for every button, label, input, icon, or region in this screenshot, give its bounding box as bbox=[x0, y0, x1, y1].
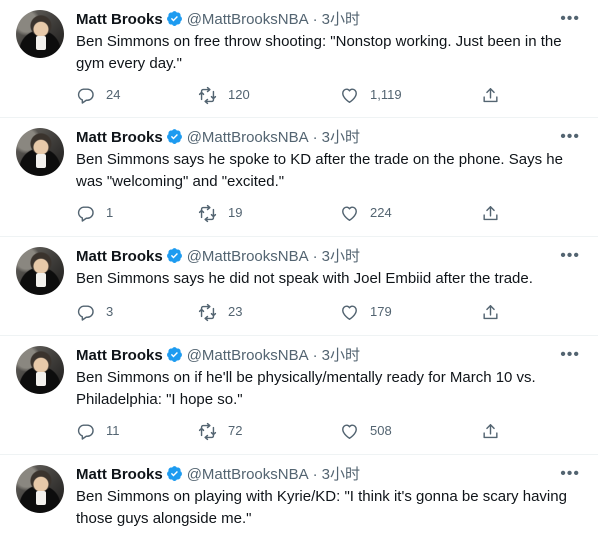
like-button[interactable]: 179 bbox=[340, 302, 392, 322]
retweet-count: 19 bbox=[228, 205, 243, 220]
tweet-feed: Matt Brooks @MattBrooksNBA · 3小时 ••• Ben Si… bbox=[0, 0, 598, 533]
reply-count: 1 bbox=[106, 205, 114, 220]
verified-badge-icon bbox=[166, 347, 182, 362]
tweet-time[interactable]: 3小时 bbox=[322, 248, 360, 265]
retweet-count: 72 bbox=[228, 423, 243, 438]
author-handle[interactable]: @MattBrooksNBA bbox=[187, 129, 309, 146]
retweet-button[interactable]: 72 bbox=[198, 421, 242, 441]
like-count: 508 bbox=[370, 423, 392, 438]
separator: · bbox=[312, 347, 318, 364]
author-handle[interactable]: @MattBrooksNBA bbox=[187, 347, 309, 364]
reply-icon bbox=[77, 304, 94, 321]
tweet-text: Ben Simmons says he spoke to KD after th… bbox=[76, 151, 563, 190]
retweet-button[interactable]: 23 bbox=[198, 302, 242, 322]
avatar[interactable] bbox=[16, 346, 64, 394]
separator: · bbox=[312, 11, 318, 28]
share-icon bbox=[483, 205, 498, 220]
share-icon bbox=[483, 87, 498, 102]
author-name[interactable]: Matt Brooks bbox=[76, 466, 163, 483]
retweet-button[interactable]: 19 bbox=[198, 203, 242, 223]
tweet-time[interactable]: 3小时 bbox=[322, 129, 360, 146]
tweet-text: Ben Simmons on if he'll be physically/me… bbox=[76, 369, 536, 408]
author-name[interactable]: Matt Brooks bbox=[76, 11, 163, 28]
author-name[interactable]: Matt Brooks bbox=[76, 248, 163, 265]
avatar[interactable] bbox=[16, 465, 64, 513]
retweet-icon bbox=[198, 422, 217, 440]
avatar[interactable] bbox=[16, 247, 64, 295]
retweet-count: 23 bbox=[228, 304, 243, 319]
tweet[interactable]: Matt Brooks @MattBrooksNBA · 3小时 ••• Ben Si… bbox=[0, 455, 598, 533]
reply-count: 3 bbox=[106, 304, 114, 319]
heart-icon bbox=[342, 87, 357, 103]
reply-icon bbox=[77, 423, 94, 440]
author-name[interactable]: Matt Brooks bbox=[76, 129, 163, 146]
more-horizontal-icon[interactable]: ••• bbox=[560, 466, 580, 482]
tweet-actions: 3 23 179 bbox=[76, 302, 516, 322]
tweet-header: Matt Brooks @MattBrooksNBA · 3小时 bbox=[76, 10, 360, 30]
share-button[interactable] bbox=[481, 421, 500, 441]
retweet-icon bbox=[198, 86, 217, 104]
like-count: 179 bbox=[370, 304, 392, 319]
verified-badge-icon bbox=[166, 466, 182, 481]
reply-button[interactable]: 1 bbox=[76, 203, 113, 223]
like-count: 1,119 bbox=[370, 87, 402, 102]
more-horizontal-icon[interactable]: ••• bbox=[560, 347, 580, 363]
like-button[interactable]: 224 bbox=[340, 203, 392, 223]
retweet-button[interactable]: 120 bbox=[198, 85, 250, 105]
more-horizontal-icon[interactable]: ••• bbox=[560, 129, 580, 145]
tweet-text: Ben Simmons on free throw shooting: "Non… bbox=[76, 33, 562, 72]
reply-icon bbox=[77, 205, 94, 222]
tweet[interactable]: Matt Brooks @MattBrooksNBA · 3小时 ••• Ben Si… bbox=[0, 336, 598, 455]
heart-icon bbox=[342, 205, 357, 221]
separator: · bbox=[312, 248, 318, 265]
share-button[interactable] bbox=[481, 302, 500, 322]
share-button[interactable] bbox=[481, 85, 500, 105]
reply-button[interactable]: 11 bbox=[76, 421, 120, 441]
separator: · bbox=[312, 129, 318, 146]
share-icon bbox=[483, 423, 498, 438]
reply-button[interactable]: 24 bbox=[76, 85, 120, 105]
like-count: 224 bbox=[370, 205, 392, 220]
reply-count: 11 bbox=[106, 423, 120, 438]
more-horizontal-icon[interactable]: ••• bbox=[560, 11, 580, 27]
reply-button[interactable]: 3 bbox=[76, 302, 113, 322]
share-icon bbox=[483, 304, 498, 319]
tweet[interactable]: Matt Brooks @MattBrooksNBA · 3小时 ••• Ben Si… bbox=[0, 0, 598, 118]
tweet-header: Matt Brooks @MattBrooksNBA · 3小时 bbox=[76, 465, 360, 485]
share-button[interactable] bbox=[481, 203, 500, 223]
author-handle[interactable]: @MattBrooksNBA bbox=[187, 11, 309, 28]
author-handle[interactable]: @MattBrooksNBA bbox=[187, 466, 309, 483]
tweet-header: Matt Brooks @MattBrooksNBA · 3小时 bbox=[76, 346, 360, 366]
like-button[interactable]: 1,119 bbox=[340, 85, 402, 105]
tweet[interactable]: Matt Brooks @MattBrooksNBA · 3小时 ••• Ben Si… bbox=[0, 237, 598, 336]
reply-count: 24 bbox=[106, 87, 121, 102]
tweet-text: Ben Simmons on playing with Kyrie/KD: "I… bbox=[76, 488, 567, 527]
retweet-count: 120 bbox=[228, 87, 250, 102]
tweet-actions: 24 120 1,119 bbox=[76, 85, 516, 105]
tweet-actions: 11 72 508 bbox=[76, 421, 516, 441]
tweet[interactable]: Matt Brooks @MattBrooksNBA · 3小时 ••• Ben Si… bbox=[0, 118, 598, 237]
verified-badge-icon bbox=[166, 129, 182, 144]
tweet-text: Ben Simmons says he did not speak with J… bbox=[76, 270, 533, 287]
tweet-time[interactable]: 3小时 bbox=[322, 347, 360, 364]
more-horizontal-icon[interactable]: ••• bbox=[560, 248, 580, 264]
tweet-time[interactable]: 3小时 bbox=[322, 11, 360, 28]
retweet-icon bbox=[198, 204, 217, 222]
heart-icon bbox=[342, 423, 357, 439]
reply-icon bbox=[77, 87, 94, 104]
avatar[interactable] bbox=[16, 10, 64, 58]
tweet-actions: 1 19 224 bbox=[76, 203, 516, 223]
tweet-header: Matt Brooks @MattBrooksNBA · 3小时 bbox=[76, 128, 360, 148]
retweet-icon bbox=[198, 303, 217, 321]
author-name[interactable]: Matt Brooks bbox=[76, 347, 163, 364]
heart-icon bbox=[342, 304, 357, 320]
tweet-header: Matt Brooks @MattBrooksNBA · 3小时 bbox=[76, 247, 360, 267]
verified-badge-icon bbox=[166, 248, 182, 263]
separator: · bbox=[312, 466, 318, 483]
like-button[interactable]: 508 bbox=[340, 421, 392, 441]
author-handle[interactable]: @MattBrooksNBA bbox=[187, 248, 309, 265]
avatar[interactable] bbox=[16, 128, 64, 176]
verified-badge-icon bbox=[166, 11, 182, 26]
tweet-time[interactable]: 3小时 bbox=[322, 466, 360, 483]
